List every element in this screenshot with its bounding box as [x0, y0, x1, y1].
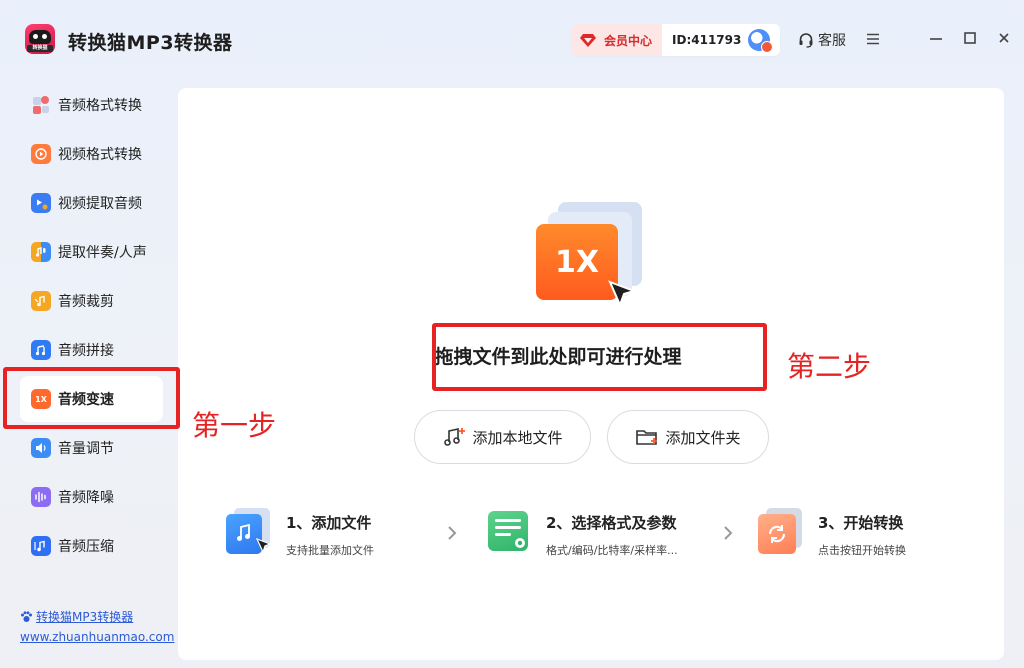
sidebar-item-label: 音频压缩	[58, 539, 114, 555]
sidebar-item-label: 视频格式转换	[58, 147, 142, 163]
audio-format-icon	[31, 95, 51, 115]
sidebar-item-denoise[interactable]: 音频降噪	[20, 474, 163, 520]
footer-app-link[interactable]: 转换猫MP3转换器	[20, 608, 174, 625]
annotation-box-step2	[432, 323, 767, 391]
extract-vocal-icon	[31, 242, 51, 262]
annotation-label-step1: 第一步	[192, 409, 277, 442]
annotation-box-step1	[3, 367, 180, 429]
close-icon[interactable]	[996, 30, 1012, 46]
sidebar-item-video-format[interactable]: 视频格式转换	[20, 131, 163, 177]
customer-service-button[interactable]: 客服	[798, 30, 846, 50]
audio-compress-icon	[31, 536, 51, 556]
chevron-right-icon	[724, 526, 733, 540]
app-logo-tag: 转换猫	[27, 45, 53, 52]
step-start-convert: 3、开始转换 点击按钮开始转换	[758, 508, 906, 562]
audio-join-icon	[31, 340, 51, 360]
cursor-icon	[608, 280, 638, 308]
member-center-button[interactable]: 会员中心	[572, 24, 663, 56]
denoise-icon	[31, 487, 51, 507]
step-desc: 格式/编码/比特率/采样率...	[546, 544, 678, 557]
sidebar-item-label: 音频格式转换	[58, 98, 142, 114]
volume-icon	[31, 438, 51, 458]
app-logo-icon: 转换猫	[25, 24, 55, 54]
title-bar: 转换猫 转换猫MP3转换器 会员中心 ID:411793 客服	[0, 0, 1024, 80]
step-desc: 点击按钮开始转换	[818, 544, 906, 557]
annotation-label-step2: 第二步	[787, 350, 872, 383]
sidebar-item-audio-compress[interactable]: 音频压缩	[20, 523, 163, 569]
step-select-format-icon	[486, 508, 532, 554]
sidebar-item-video-extract-audio[interactable]: 视频提取音频	[20, 180, 163, 226]
maximize-icon[interactable]	[962, 30, 978, 46]
illustration-speed-label: 1X	[536, 224, 618, 300]
file-drop-illustration: 1X	[536, 202, 646, 312]
video-format-icon	[31, 144, 51, 164]
sidebar-item-label: 音频拼接	[58, 343, 114, 359]
step-title: 1、添加文件	[286, 514, 372, 532]
avatar[interactable]	[748, 29, 773, 53]
step-title: 3、开始转换	[818, 514, 904, 532]
footer-app-name: 转换猫MP3转换器	[36, 610, 134, 624]
add-music-file-icon	[444, 428, 466, 446]
sidebar-item-label: 音量调节	[58, 441, 114, 457]
sidebar-item-label: 音频裁剪	[58, 294, 114, 310]
user-id: ID:411793	[672, 33, 742, 47]
minimize-icon[interactable]	[928, 30, 944, 46]
add-folder-icon	[636, 430, 658, 445]
member-center-box[interactable]: 会员中心 ID:411793	[572, 24, 780, 56]
sidebar-item-extract-vocal[interactable]: 提取伴奏/人声	[20, 229, 163, 275]
sidebar-footer: 转换猫MP3转换器 www.zhuanhuanmao.com	[20, 608, 174, 644]
add-local-file-label: 添加本地文件	[472, 428, 563, 447]
sidebar-item-volume[interactable]: 音量调节	[20, 425, 163, 471]
step-start-convert-icon	[758, 508, 804, 554]
audio-cut-icon	[31, 291, 51, 311]
add-folder-button[interactable]: 添加文件夹	[607, 410, 769, 464]
add-folder-label: 添加文件夹	[665, 428, 741, 447]
chevron-right-icon	[448, 526, 457, 540]
video-extract-audio-icon	[31, 193, 51, 213]
step-add-file-icon	[226, 508, 272, 554]
app-title: 转换猫MP3转换器	[68, 32, 233, 54]
diamond-icon	[580, 34, 596, 47]
headset-icon	[799, 33, 813, 48]
step-desc: 支持批量添加文件	[286, 544, 374, 557]
sidebar-item-label: 视频提取音频	[58, 196, 142, 212]
step-select-format: 2、选择格式及参数 格式/编码/比特率/采样率...	[486, 508, 678, 562]
sidebar-item-audio-cut[interactable]: 音频裁剪	[20, 278, 163, 324]
sidebar-item-audio-format[interactable]: 音频格式转换	[20, 82, 163, 128]
step-add-file: 1、添加文件 支持批量添加文件	[226, 508, 374, 562]
sidebar-item-label: 音频降噪	[58, 490, 114, 506]
menu-icon[interactable]	[866, 32, 880, 46]
app-window: 转换猫 转换猫MP3转换器 会员中心 ID:411793 客服 音频格式转换 视…	[0, 0, 1024, 668]
add-local-file-button[interactable]: 添加本地文件	[414, 410, 591, 464]
sidebar-item-label: 提取伴奏/人声	[58, 245, 147, 261]
customer-service-label: 客服	[818, 33, 846, 49]
member-center-label: 会员中心	[604, 33, 653, 48]
footer-url-link[interactable]: www.zhuanhuanmao.com	[20, 630, 174, 644]
paw-icon	[21, 610, 32, 622]
step-title: 2、选择格式及参数	[546, 514, 677, 532]
